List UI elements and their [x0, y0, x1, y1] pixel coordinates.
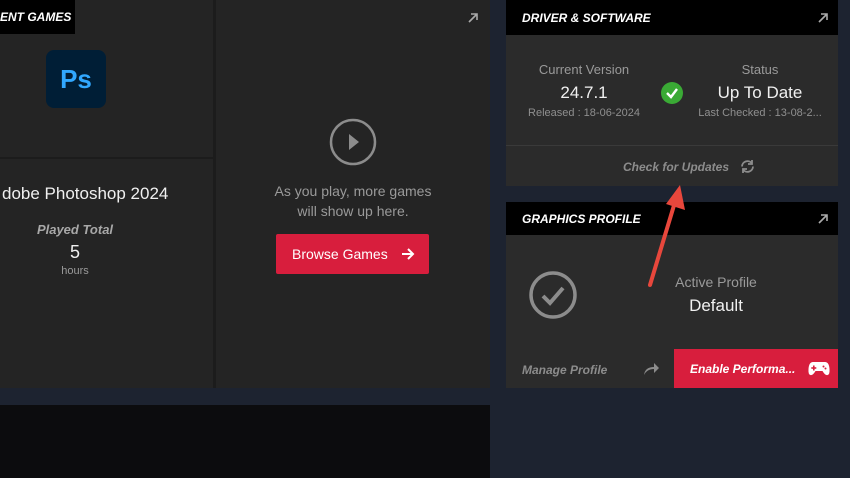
check-updates-label: Check for Updates	[623, 160, 730, 174]
current-version-value: 24.7.1	[560, 83, 608, 102]
recent-games-header: ENT GAMES	[0, 0, 75, 34]
active-profile-value: Default	[689, 296, 743, 315]
game-card[interactable]: Ps dobe Photoshop 2024 Played Total 5 ho…	[0, 36, 213, 388]
played-total-unit: hours	[61, 265, 89, 277]
driver-software-panel: DRIVER & SOFTWARE Current Version 24.7.1…	[506, 0, 838, 186]
game-title: dobe Photoshop 2024	[2, 184, 169, 203]
gamepad-icon	[808, 362, 830, 376]
annotation-arrow	[648, 185, 685, 287]
driver-header: DRIVER & SOFTWARE	[506, 0, 838, 35]
empty-games-message: As you play, more games will show up her…	[274, 183, 432, 219]
manage-profile-button[interactable]: Manage Profile	[506, 349, 674, 388]
expand-icon[interactable]	[466, 11, 480, 25]
play-icon	[329, 118, 377, 166]
check-circle-icon	[661, 82, 683, 104]
current-version-label: Current Version	[538, 62, 630, 77]
recent-games-panel: ENT GAMES Ps dobe Photoshop 2024 Played …	[0, 0, 490, 388]
last-checked: Last Checked : 13-08-2...	[698, 107, 822, 119]
released-date: Released : 18-06-2024	[528, 107, 640, 119]
refresh-icon	[741, 160, 754, 173]
played-total-value: 5	[69, 242, 80, 262]
game-card-divider	[0, 157, 213, 159]
expand-icon[interactable]	[816, 212, 830, 226]
expand-icon[interactable]	[816, 11, 830, 25]
bottom-card	[0, 405, 490, 478]
photoshop-icon: Ps	[46, 50, 106, 108]
manage-profile-label: Manage Profile	[522, 363, 608, 377]
status-label: Status	[741, 62, 779, 77]
profile-check-icon	[529, 271, 577, 319]
status-value: Up To Date	[717, 83, 803, 102]
enable-performance-button[interactable]: Enable Performa...	[674, 349, 838, 388]
played-total-label: Played Total	[36, 222, 114, 237]
arrow-right-icon	[402, 248, 415, 260]
recent-games-header-label: ENT GAMES	[0, 10, 72, 24]
browse-games-button[interactable]: Browse Games	[276, 234, 429, 274]
share-arrow-icon	[644, 363, 659, 375]
